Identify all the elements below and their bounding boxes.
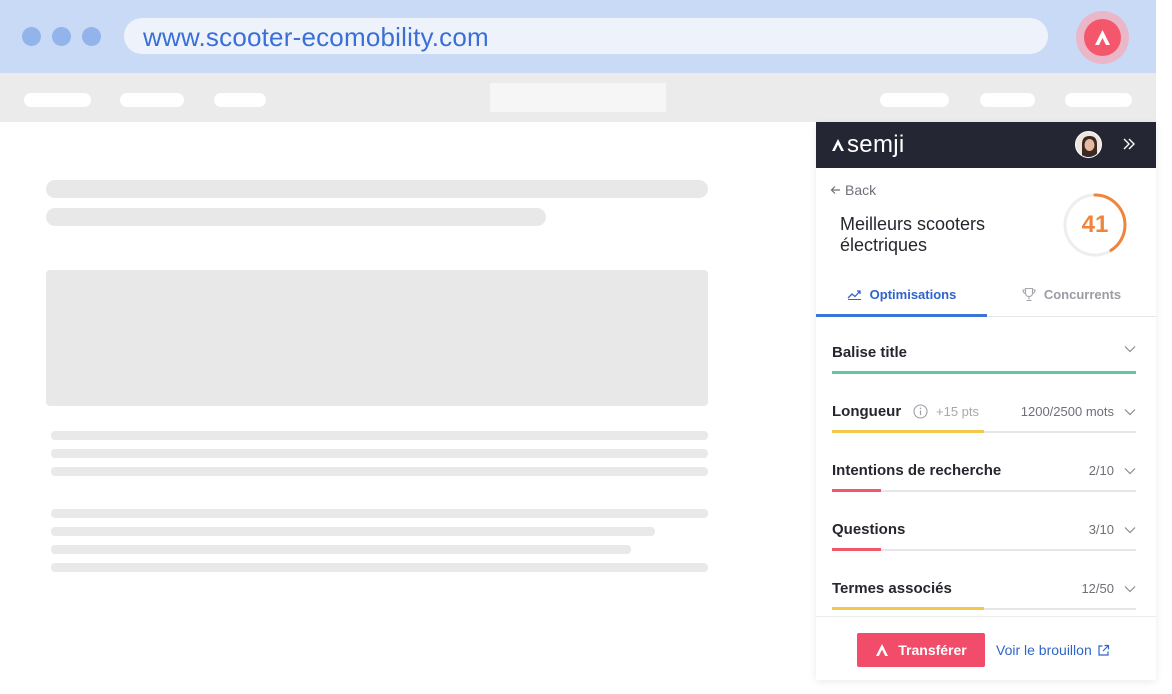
image-placeholder bbox=[46, 270, 708, 406]
score-gauge: 41 bbox=[1062, 192, 1128, 258]
opt-value: 2/10 bbox=[1088, 463, 1114, 478]
opt-label: Longueur bbox=[832, 403, 902, 420]
heading-placeholder bbox=[46, 208, 546, 226]
semji-brand: semji bbox=[831, 131, 905, 159]
opt-item-intentions[interactable]: Intentions de recherche 2/10 bbox=[832, 462, 1136, 502]
opt-value: 3/10 bbox=[1088, 522, 1114, 537]
opt-label: Questions bbox=[832, 521, 906, 538]
opt-meta bbox=[1124, 345, 1136, 353]
text-line-placeholder bbox=[51, 509, 708, 518]
address-bar[interactable]: www.scooter-ecomobility.com bbox=[124, 18, 1048, 54]
chevron-down-icon[interactable] bbox=[1124, 585, 1136, 593]
text-line-placeholder bbox=[51, 563, 708, 572]
semji-logo-icon bbox=[876, 644, 889, 656]
chevron-down-icon[interactable] bbox=[1124, 408, 1136, 416]
browser-toolbar: www.scooter-ecomobility.com bbox=[0, 0, 1156, 73]
nav-placeholder-item bbox=[120, 93, 184, 107]
text-line-placeholder bbox=[51, 527, 655, 536]
panel-footer: Transférer Voir le brouillon bbox=[816, 616, 1156, 680]
text-line-placeholder bbox=[51, 467, 708, 476]
window-dot-maximize[interactable] bbox=[82, 27, 101, 46]
nav-placeholder-item bbox=[214, 93, 266, 107]
opt-value: 1200/2500 mots bbox=[1020, 404, 1114, 419]
chevron-down-icon[interactable] bbox=[1124, 345, 1136, 353]
opt-label: Termes associés bbox=[832, 580, 952, 597]
arrow-left-icon bbox=[830, 186, 840, 194]
external-link-icon bbox=[1098, 644, 1109, 656]
tab-optimisations[interactable]: Optimisations bbox=[816, 272, 987, 316]
user-avatar-image bbox=[1076, 132, 1101, 157]
back-label: Back bbox=[845, 182, 877, 198]
opt-item-longueur[interactable]: Longueur +15 pts 1200/2500 mots bbox=[832, 403, 1136, 443]
user-avatar[interactable] bbox=[1075, 131, 1102, 158]
heading-placeholder bbox=[46, 180, 708, 198]
extension-button-ring bbox=[1076, 11, 1129, 64]
panel-header: semji bbox=[816, 122, 1156, 168]
text-line-placeholder bbox=[51, 545, 631, 554]
nav-placeholder-item bbox=[980, 93, 1035, 107]
progress-fill bbox=[832, 371, 1136, 374]
tab-concurrents[interactable]: Concurrents bbox=[987, 272, 1156, 316]
window-dot-minimize[interactable] bbox=[52, 27, 71, 46]
view-draft-link[interactable]: Voir le brouillon bbox=[996, 642, 1110, 658]
text-line-placeholder bbox=[51, 449, 708, 458]
site-nav-placeholder bbox=[0, 73, 1156, 122]
opt-meta: 1200/2500 mots bbox=[1021, 404, 1136, 419]
opt-meta: 2/10 bbox=[1089, 463, 1136, 478]
opt-item-termes-associes[interactable]: Termes associés 12/50 bbox=[832, 580, 1136, 620]
score-value: 41 bbox=[1081, 211, 1109, 238]
active-tab-indicator bbox=[816, 314, 987, 317]
opt-label: Intentions de recherche bbox=[832, 462, 1002, 479]
progress-fill bbox=[832, 430, 984, 433]
opt-meta: 3/10 bbox=[1089, 522, 1136, 537]
brand-name: semji bbox=[847, 131, 905, 158]
back-link[interactable]: Back bbox=[830, 182, 876, 198]
url-text: www.scooter-ecomobility.com bbox=[143, 22, 489, 52]
semji-logo-icon bbox=[1095, 30, 1110, 45]
bonus-points: +15 pts bbox=[913, 404, 979, 419]
text-line-placeholder bbox=[51, 431, 708, 440]
transfer-button[interactable]: Transférer bbox=[857, 633, 985, 667]
nav-placeholder-logo bbox=[490, 83, 666, 112]
tab-concurrents-label: Concurrents bbox=[1043, 286, 1122, 302]
info-icon[interactable] bbox=[913, 404, 928, 419]
window-dot-close[interactable] bbox=[22, 27, 41, 46]
draft-label: Voir le brouillon bbox=[996, 642, 1092, 658]
chevron-down-icon[interactable] bbox=[1124, 467, 1136, 475]
progress-fill bbox=[832, 489, 881, 492]
semji-extension-button[interactable] bbox=[1084, 19, 1121, 56]
tab-optimisations-label: Optimisations bbox=[869, 286, 957, 302]
chevron-down-icon[interactable] bbox=[1124, 526, 1136, 534]
opt-label: Balise title bbox=[832, 344, 908, 361]
semji-logo-icon bbox=[832, 139, 844, 151]
opt-value: 12/50 bbox=[1081, 581, 1114, 596]
nav-placeholder-item bbox=[1065, 93, 1132, 107]
opt-meta: 12/50 bbox=[1081, 581, 1136, 596]
semji-panel: semji Back Meilleurs scooters électrique… bbox=[816, 122, 1156, 680]
progress-fill bbox=[832, 607, 984, 610]
nav-placeholder-item bbox=[24, 93, 91, 107]
bonus-label: +15 pts bbox=[936, 404, 980, 419]
panel-tabs: Optimisations Concurrents bbox=[816, 272, 1156, 318]
nav-placeholder-item bbox=[880, 93, 949, 107]
trend-icon bbox=[847, 290, 861, 300]
progress-fill bbox=[832, 548, 881, 551]
topic-title: Meilleurs scooters électriques bbox=[840, 214, 986, 255]
transfer-label: Transférer bbox=[898, 642, 967, 658]
opt-item-balise-title[interactable]: Balise title bbox=[832, 344, 1136, 384]
trophy-icon bbox=[1022, 287, 1036, 301]
opt-item-questions[interactable]: Questions 3/10 bbox=[832, 521, 1136, 561]
collapse-panel-icon[interactable] bbox=[1122, 136, 1136, 157]
